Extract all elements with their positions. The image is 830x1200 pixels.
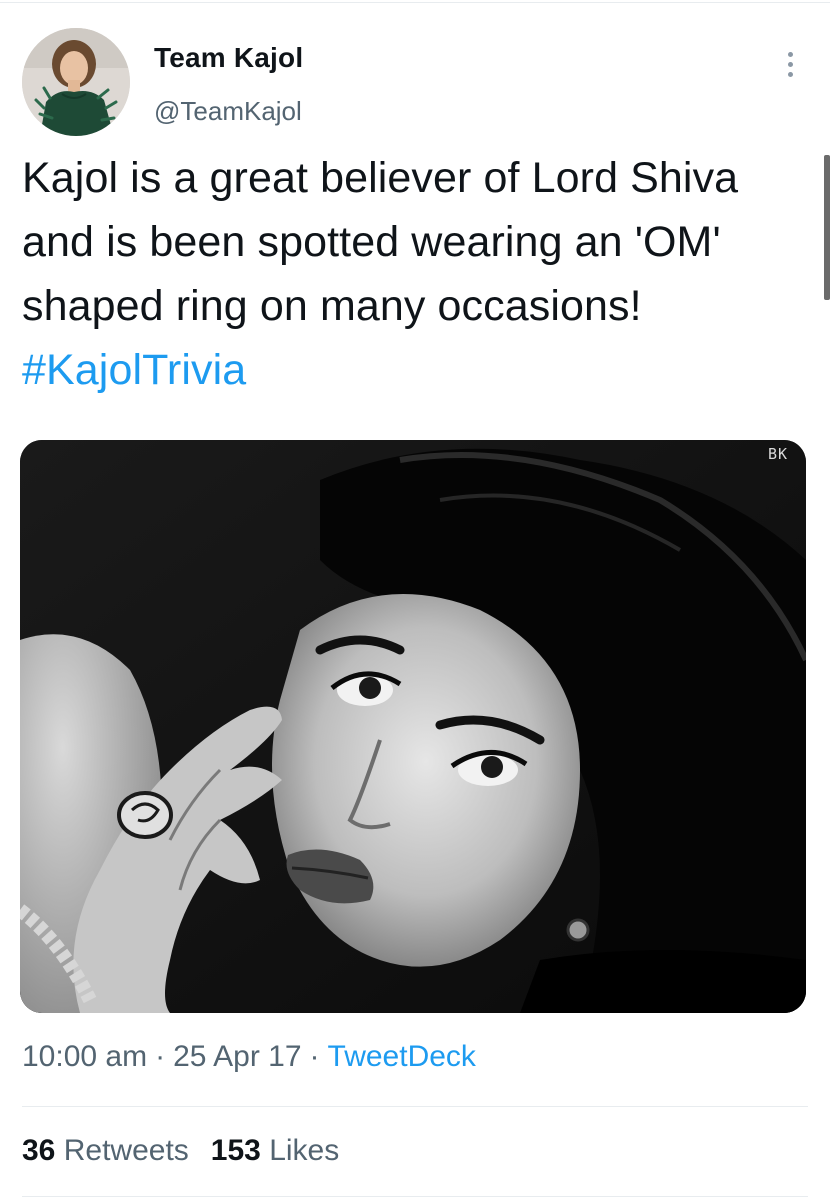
likes-stat[interactable]: 153 Likes <box>211 1134 339 1167</box>
tweet-body: Kajol is a great believer of Lord Shiva … <box>22 154 739 330</box>
portrait-photo <box>20 440 806 1013</box>
likes-label: Likes <box>269 1134 340 1167</box>
author-display-name[interactable]: Team Kajol <box>154 42 303 74</box>
author-handle[interactable]: @TeamKajol <box>154 96 302 127</box>
retweets-stat[interactable]: 36 Retweets <box>22 1134 189 1167</box>
more-dot <box>787 71 793 77</box>
retweets-label: Retweets <box>63 1134 189 1167</box>
avatar-image <box>22 28 130 136</box>
tweet-meta: 10:00 am · 25 Apr 17 · TweetDeck <box>22 1040 476 1074</box>
scrollbar-thumb[interactable] <box>824 155 830 300</box>
likes-count: 153 <box>210 1134 261 1167</box>
photo-watermark: BK <box>767 445 788 463</box>
tweet-text: Kajol is a great believer of Lord Shiva … <box>22 146 812 402</box>
tweet-detail-view: Team Kajol @TeamKajol Kajol is a great b… <box>0 0 830 1200</box>
more-dot <box>787 61 793 67</box>
tweet-time[interactable]: 10:00 am <box>22 1040 147 1073</box>
avatar[interactable] <box>22 28 130 136</box>
more-dot <box>787 51 793 57</box>
tweet-photo[interactable]: BK <box>20 440 806 1013</box>
top-divider <box>0 2 830 3</box>
retweets-count: 36 <box>22 1134 56 1167</box>
meta-separator: · <box>309 1040 320 1073</box>
hashtag-link[interactable]: #KajolTrivia <box>22 346 246 394</box>
tweet-date[interactable]: 25 Apr 17 <box>173 1040 301 1073</box>
engagement-stats: 36 Retweets 153 Likes <box>22 1134 339 1168</box>
tweet-source-link[interactable]: TweetDeck <box>328 1040 476 1073</box>
meta-separator: · <box>155 1040 166 1073</box>
more-vertical-icon[interactable] <box>776 46 804 82</box>
stats-divider-bottom <box>22 1196 808 1197</box>
stats-divider-top <box>22 1106 808 1107</box>
